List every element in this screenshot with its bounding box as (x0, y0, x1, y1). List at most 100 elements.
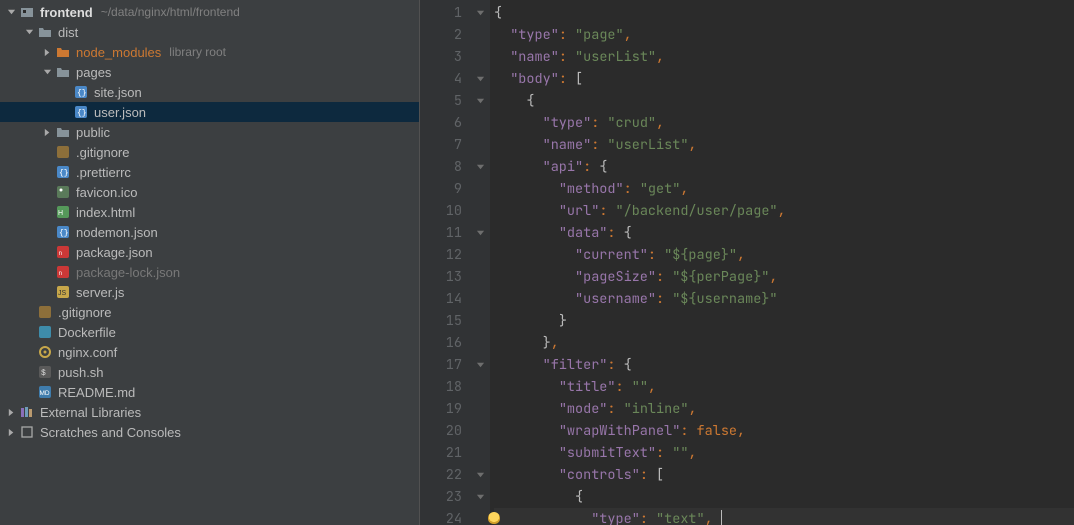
tree-item-nginxconf[interactable]: nginx.conf (0, 342, 419, 362)
json-icon (54, 225, 72, 239)
code-editor[interactable]: 123456789101112131415161718192021222324 … (420, 0, 1074, 525)
tree-item-readme[interactable]: README.md (0, 382, 419, 402)
line-number: 3 (420, 46, 470, 68)
tree-label: package.json (76, 245, 153, 260)
tree-label: .prettierrc (76, 165, 131, 180)
tree-item-packlock[interactable]: package-lock.json (0, 262, 419, 282)
scratches-and-consoles-label: Scratches and Consoles (40, 425, 181, 440)
tree-label: dist (58, 25, 78, 40)
line-number: 15 (420, 310, 470, 332)
tree-item-nodemon[interactable]: nodemon.json (0, 222, 419, 242)
git-icon (54, 145, 72, 159)
tree-item-public[interactable]: public (0, 122, 419, 142)
dir-icon (36, 25, 54, 39)
code-line[interactable]: }, (494, 332, 1074, 354)
tree-label: README.md (58, 385, 135, 400)
code-line[interactable]: } (494, 310, 1074, 332)
tree-item-dockerfile[interactable]: Dockerfile (0, 322, 419, 342)
line-number: 14 (420, 288, 470, 310)
line-number: 9 (420, 178, 470, 200)
code-line[interactable]: "name": "userList", (494, 46, 1074, 68)
docker-icon (36, 325, 54, 339)
tree-label: nodemon.json (76, 225, 158, 240)
code-line[interactable]: { (494, 90, 1074, 112)
tree-label: nginx.conf (58, 345, 117, 360)
tree-item-favicon[interactable]: favicon.ico (0, 182, 419, 202)
tree-item-pages[interactable]: pages (0, 62, 419, 82)
tree-item-indexhtml[interactable]: index.html (0, 202, 419, 222)
code-line[interactable]: "url": "/backend/user/page", (494, 200, 1074, 222)
line-number: 8 (420, 156, 470, 178)
conf-icon (36, 345, 54, 359)
code-line[interactable]: "filter": { (494, 354, 1074, 376)
code-line[interactable]: "mode": "inline", (494, 398, 1074, 420)
code-line[interactable]: "wrapWithPanel": false, (494, 420, 1074, 442)
tree-item-packagejson[interactable]: package.json (0, 242, 419, 262)
external-libraries-icon (18, 405, 36, 419)
line-number: 24 (420, 508, 470, 525)
code-line[interactable]: "current": "${page}", (494, 244, 1074, 266)
tree-item-user_json[interactable]: user.json (0, 102, 419, 122)
npm-icon (54, 265, 72, 279)
chevron-right-icon[interactable] (40, 128, 54, 137)
fold-toggle-icon[interactable] (470, 156, 490, 178)
tree-item-site_json[interactable]: site.json (0, 82, 419, 102)
code-line[interactable]: "type": "crud", (494, 112, 1074, 134)
scratches-and-consoles-icon (18, 425, 36, 439)
line-number: 12 (420, 244, 470, 266)
fold-toggle-icon[interactable] (470, 464, 490, 486)
project-root[interactable]: frontend ~/data/nginx/html/frontend (0, 2, 419, 22)
code-line[interactable]: "data": { (494, 222, 1074, 244)
chevron-right-icon[interactable] (4, 428, 18, 437)
code-line[interactable]: "name": "userList", (494, 134, 1074, 156)
chevron-right-icon[interactable] (4, 408, 18, 417)
code-line[interactable]: "controls": [ (494, 464, 1074, 486)
project-name: frontend (40, 5, 93, 20)
chevron-down-icon[interactable] (22, 28, 36, 37)
tree-item-prettierrc[interactable]: .prettierrc (0, 162, 419, 182)
project-path: ~/data/nginx/html/frontend (101, 5, 240, 19)
tree-label: .gitignore (76, 145, 129, 160)
code-line[interactable]: "body": [ (494, 68, 1074, 90)
chevron-down-icon[interactable] (4, 8, 18, 17)
fold-toggle-icon[interactable] (470, 68, 490, 90)
fold-toggle-icon[interactable] (470, 2, 490, 24)
fold-toggle-icon[interactable] (470, 354, 490, 376)
code-area[interactable]: { "type": "page", "name": "userList", "b… (490, 0, 1074, 525)
tree-label: public (76, 125, 110, 140)
tree-item-server[interactable]: server.js (0, 282, 419, 302)
code-line[interactable]: "type": "text", (494, 508, 1074, 525)
line-number: 18 (420, 376, 470, 398)
tree-label: node_modules (76, 45, 161, 60)
code-line[interactable]: { (494, 486, 1074, 508)
dir-icon (54, 65, 72, 79)
tree-item-dist[interactable]: dist (0, 22, 419, 42)
code-line[interactable]: "type": "page", (494, 24, 1074, 46)
code-line[interactable]: { (494, 2, 1074, 24)
line-number: 7 (420, 134, 470, 156)
fold-toggle-icon[interactable] (470, 486, 490, 508)
tree-item-gitignore1[interactable]: .gitignore (0, 142, 419, 162)
fold-column[interactable] (470, 0, 490, 525)
tree-label: index.html (76, 205, 135, 220)
chevron-down-icon[interactable] (40, 68, 54, 77)
chevron-right-icon[interactable] (40, 48, 54, 57)
tree-item-pushsh[interactable]: push.sh (0, 362, 419, 382)
tree-item-node_modules[interactable]: node_moduleslibrary root (0, 42, 419, 62)
line-number: 16 (420, 332, 470, 354)
line-gutter: 123456789101112131415161718192021222324 (420, 0, 470, 525)
scratches-and-consoles[interactable]: Scratches and Consoles (0, 422, 419, 442)
dir-icon (54, 125, 72, 139)
fold-toggle-icon[interactable] (470, 222, 490, 244)
fold-toggle-icon[interactable] (470, 90, 490, 112)
tree-item-gitignore2[interactable]: .gitignore (0, 302, 419, 322)
code-line[interactable]: "title": "", (494, 376, 1074, 398)
code-line[interactable]: "method": "get", (494, 178, 1074, 200)
project-tree[interactable]: frontend ~/data/nginx/html/frontend dist no… (0, 0, 420, 525)
code-line[interactable]: "pageSize": "${perPage}", (494, 266, 1074, 288)
code-line[interactable]: "submitText": "", (494, 442, 1074, 464)
tree-label: server.js (76, 285, 124, 300)
code-line[interactable]: "username": "${username}" (494, 288, 1074, 310)
external-libraries[interactable]: External Libraries (0, 402, 419, 422)
code-line[interactable]: "api": { (494, 156, 1074, 178)
